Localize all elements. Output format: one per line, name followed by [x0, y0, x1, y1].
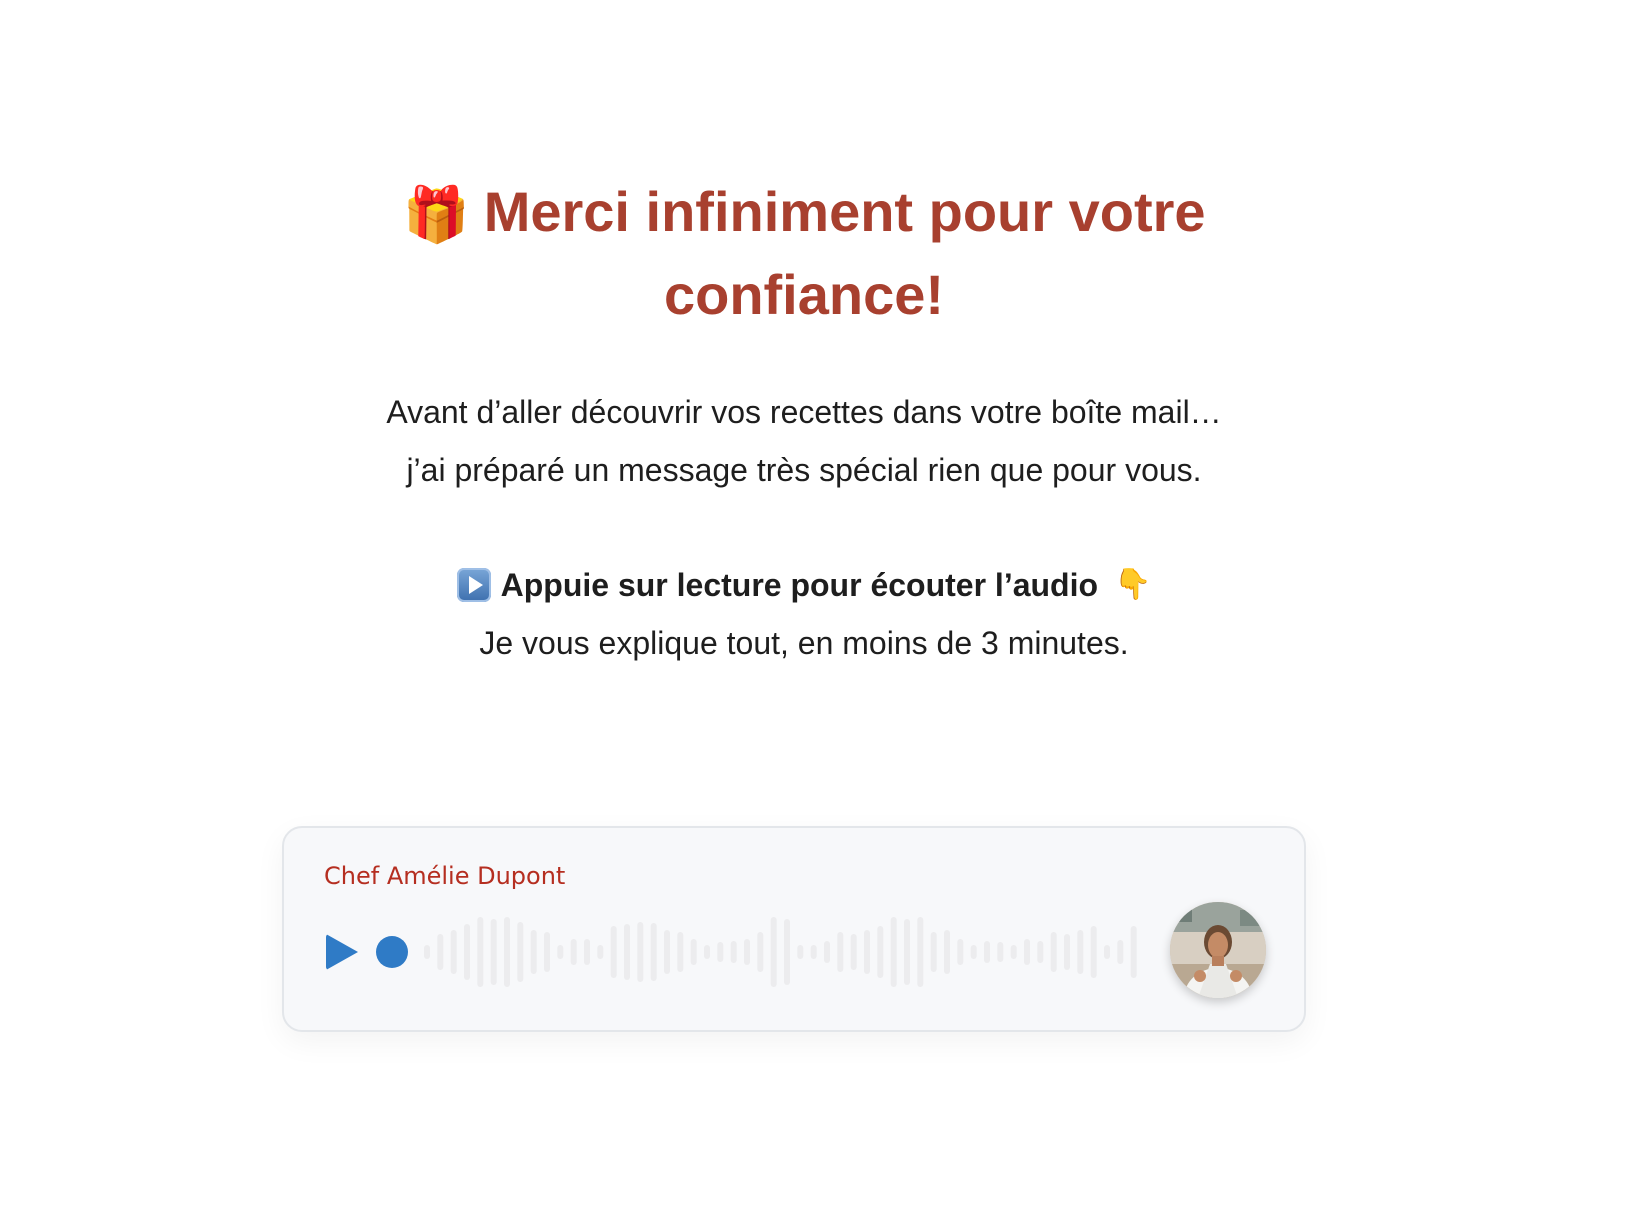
waveform-bar: [1130, 926, 1137, 978]
waveform-bar: [810, 945, 817, 959]
audio-instructions: Appuie sur lecture pour écouter l’audio …: [324, 556, 1284, 672]
intro-line-1: Avant d’aller découvrir vos recettes dan…: [386, 394, 1222, 430]
waveform-bar: [477, 917, 484, 987]
audio-waveform[interactable]: [422, 912, 1142, 992]
waveform-bar: [757, 932, 764, 972]
waveform-bar: [530, 930, 537, 974]
waveform-bar: [1117, 940, 1124, 964]
waveform-bar: [677, 932, 684, 972]
page-title: 🎁 Merci infiniment pour votre confiance!: [324, 172, 1284, 335]
waveform-bar: [717, 942, 724, 962]
waveform-bar: [557, 945, 564, 959]
waveform-bar: [784, 919, 790, 985]
waveform-bar: [930, 932, 937, 972]
waveform-bar: [637, 922, 644, 982]
progress-handle[interactable]: [376, 936, 408, 968]
waveform-bar: [917, 917, 924, 987]
waveform-bar: [504, 917, 510, 987]
play-icon[interactable]: [324, 932, 360, 972]
gift-icon: 🎁: [402, 185, 470, 245]
waveform-bar: [624, 924, 630, 980]
avatar-image: [1170, 902, 1266, 998]
intro-line-2: j’ai préparé un message très spécial rie…: [406, 452, 1202, 488]
cta-label: Appuie sur lecture pour écouter l’audio: [500, 567, 1099, 603]
waveform-bar: [1104, 945, 1110, 959]
waveform-bar: [704, 945, 710, 959]
waveform-bar: [797, 945, 804, 959]
waveform-bar: [690, 939, 697, 965]
waveform-bar: [837, 932, 844, 972]
chef-avatar-photo: [1170, 902, 1266, 998]
waveform-bar: [1050, 932, 1057, 972]
waveform-bar: [877, 926, 884, 978]
waveform-bar: [970, 945, 977, 959]
waveform-bar: [450, 930, 457, 974]
waveform-bar: [424, 945, 430, 959]
waveform-bar: [1024, 939, 1030, 965]
audio-player: Chef Amélie Dupont: [282, 826, 1306, 1032]
play-button-icon: [456, 568, 491, 602]
waveform-bar: [1077, 930, 1084, 974]
waveform-bar: [850, 934, 857, 970]
waveform-bar: [464, 924, 470, 980]
waveform-bar: [517, 922, 524, 982]
waveform-bar: [824, 941, 830, 963]
waveform-bar: [770, 917, 777, 987]
intro-text: Avant d’aller découvrir vos recettes dan…: [324, 383, 1284, 499]
waveform-bar: [957, 939, 964, 965]
waveform-bar: [1010, 945, 1017, 959]
waveform-bar: [864, 930, 870, 974]
waveform-bar: [1064, 934, 1070, 970]
waveform-bar: [944, 930, 950, 974]
waveform-bar: [610, 926, 617, 978]
waveform-bar: [984, 941, 990, 963]
waveform-bar: [730, 941, 737, 963]
waveform-bar: [597, 945, 604, 959]
waveform-bar: [490, 919, 497, 985]
pointing-down-icon: 👇: [1114, 568, 1152, 601]
waveform-bar: [997, 942, 1004, 962]
waveform-bar: [744, 939, 750, 965]
waveform-bar: [1090, 926, 1097, 978]
waveform-bar: [664, 930, 670, 974]
waveform-bar: [650, 923, 657, 981]
waveform-bar: [584, 939, 590, 965]
waveform-bar: [1037, 941, 1044, 963]
waveform-bar: [437, 934, 444, 970]
audio-author-name: Chef Amélie Dupont: [324, 862, 566, 890]
waveform-bar: [904, 919, 910, 985]
cta-subtext: Je vous explique tout, en moins de 3 min…: [479, 625, 1129, 661]
waveform-bar: [544, 932, 550, 972]
page-title-text: Merci infiniment pour votre confiance!: [483, 180, 1206, 326]
waveform-bar: [890, 917, 897, 987]
waveform-bar: [570, 939, 577, 965]
cta-heading: Appuie sur lecture pour écouter l’audio …: [324, 556, 1284, 614]
